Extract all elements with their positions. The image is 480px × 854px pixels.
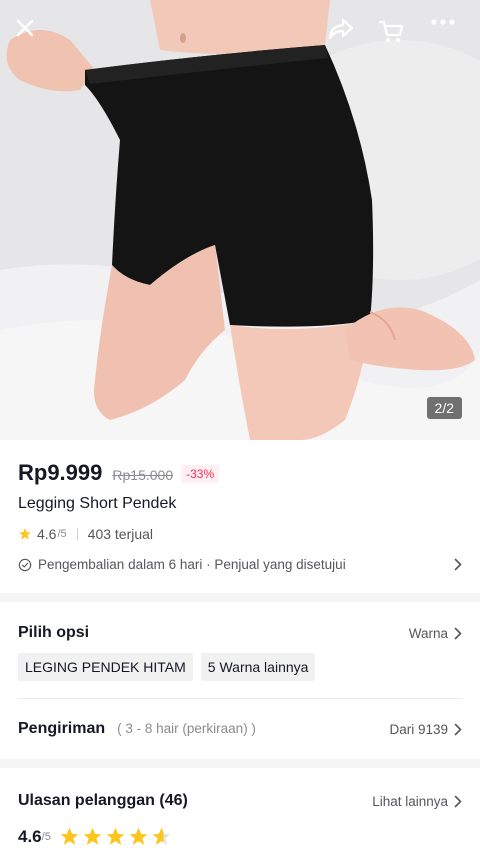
star-rating — [59, 826, 174, 847]
shipping-row[interactable]: Pengiriman ( 3 - 8 hair (perkiraan) ) Da… — [18, 720, 462, 738]
chevron-right-icon — [454, 627, 462, 639]
star-icon — [106, 827, 125, 845]
review-score-row: 4.6 /5 — [18, 826, 174, 847]
more-icon[interactable] — [430, 18, 464, 52]
reviews-card: Ulasan pelanggan (46) Lihat lainnya 4.6 … — [0, 768, 480, 854]
option-chips: LEGING PENDEK HITAM 5 Warna lainnya — [18, 653, 323, 681]
reviews-title: Ulasan pelanggan (46) — [18, 792, 188, 809]
options-link[interactable]: Warna — [409, 626, 462, 641]
return-policy-text: Pengembalian dalam 6 hari · Penjual yang… — [38, 557, 346, 572]
discount-badge: -33% — [181, 465, 220, 483]
reviews-header[interactable]: Ulasan pelanggan (46) Lihat lainnya — [18, 792, 462, 810]
product-title: Legging Short Pendek — [18, 495, 177, 512]
shipping-from: Dari 9139 — [389, 721, 448, 737]
option-chip-more[interactable]: 5 Warna lainnya — [200, 653, 316, 681]
close-icon[interactable] — [15, 18, 49, 52]
product-info-card: Rp9.999 Rp15.000 -33% Legging Short Pend… — [0, 440, 480, 593]
rating-scale: /5 — [57, 528, 67, 540]
shipping-title: Pengiriman — [18, 720, 106, 737]
divider — [18, 698, 462, 699]
star-icon — [19, 528, 31, 540]
original-price: Rp15.000 — [112, 467, 174, 483]
cart-icon[interactable] — [378, 18, 412, 52]
chevron-right-icon — [454, 558, 462, 571]
shipping-estimate: ( 3 - 8 hair (perkiraan) ) — [117, 721, 256, 736]
check-circle-icon — [18, 558, 32, 571]
options-title: Pilih opsi — [18, 624, 90, 641]
star-icon — [83, 827, 102, 845]
product-image[interactable]: 2/2 — [0, 0, 480, 440]
option-chip-selected[interactable]: LEGING PENDEK HITAM — [18, 653, 193, 681]
sold-count: 403 terjual — [87, 526, 154, 542]
star-icon — [152, 827, 171, 845]
options-header[interactable]: Pilih opsi Warna — [18, 624, 462, 642]
review-score: 4.6 — [18, 826, 42, 846]
reviews-link[interactable]: Lihat lainnya — [372, 794, 462, 809]
chevron-right-icon — [454, 723, 462, 735]
price-row: Rp9.999 Rp15.000 -33% — [18, 460, 220, 486]
top-bar — [0, 0, 480, 70]
options-link-label: Warna — [408, 625, 448, 641]
chevron-right-icon — [454, 795, 462, 807]
image-counter: 2/2 — [426, 397, 462, 419]
divider — [76, 528, 78, 540]
reviews-link-label: Lihat lainnya — [372, 793, 448, 809]
review-scale: /5 — [41, 830, 51, 843]
star-icon — [129, 827, 148, 845]
rating-value: 4.6 — [37, 526, 57, 542]
options-shipping-card: Pilih opsi Warna LEGING PENDEK HITAM 5 W… — [0, 602, 480, 759]
current-price: Rp9.999 — [18, 460, 103, 485]
shipping-link[interactable]: Dari 9139 — [389, 722, 462, 737]
share-icon[interactable] — [328, 18, 362, 52]
return-policy-row[interactable]: Pengembalian dalam 6 hari · Penjual yang… — [18, 557, 462, 572]
rating-row[interactable]: 4.6 /5 403 terjual — [18, 526, 153, 542]
star-icon — [60, 827, 79, 845]
